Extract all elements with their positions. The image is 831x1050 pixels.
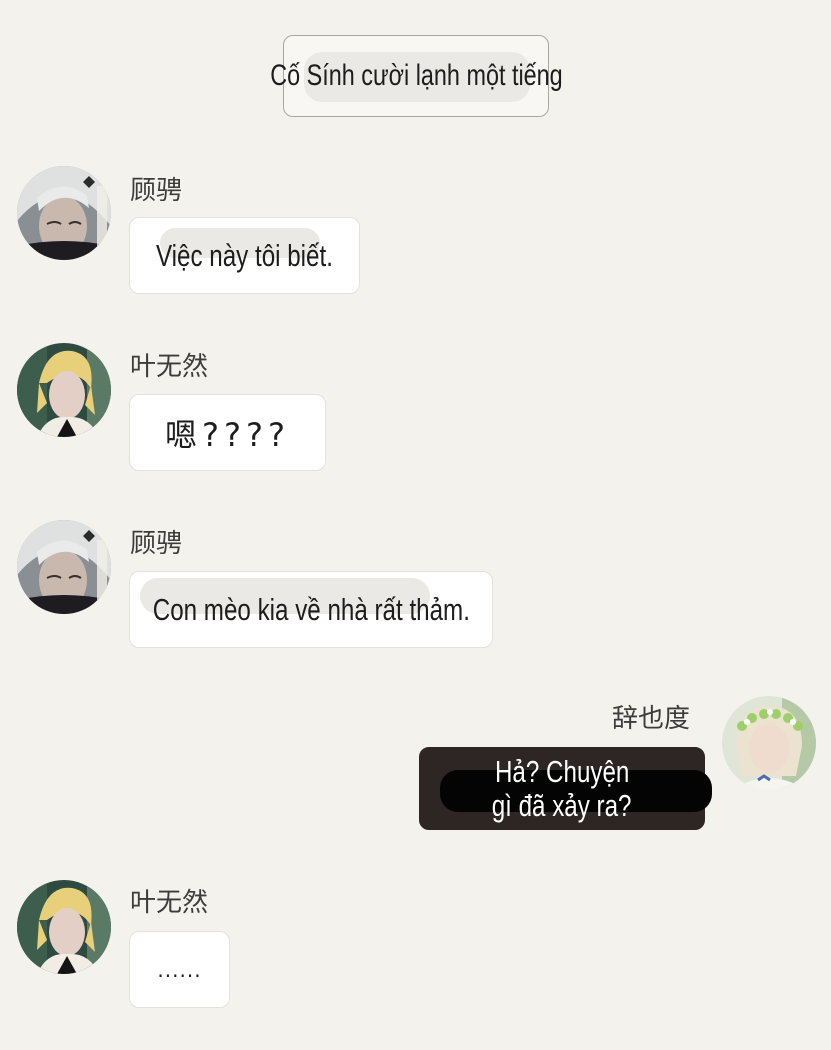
avatar-flower-crown-image [722, 696, 816, 790]
avatar-blonde-man-image [17, 880, 111, 974]
chat-screen: Cố Sính cười lạnh một tiếng 顾骋 Việc này … [0, 0, 831, 1050]
message-text: Con mèo kia về nhà rất thảm. [152, 591, 470, 627]
narration-bubble: Cố Sính cười lạnh một tiếng [270, 35, 562, 117]
sender-name: 顾骋 [130, 176, 183, 206]
message-bubble: 嗯???? [129, 394, 326, 471]
sender-name: 辞也度 [612, 704, 691, 734]
sender-name: 叶无然 [130, 352, 209, 382]
message-bubble-self: Hả? Chuyện gì đã xảy ra? [419, 747, 712, 830]
message-bubble: Con mèo kia về nhà rất thảm. [129, 571, 493, 648]
avatar-blonde-man-image [17, 343, 111, 437]
message-bubble: Việc này tôi biết. [129, 217, 360, 294]
avatar-flower-crown[interactable] [722, 696, 816, 790]
message-text-line1: Hả? Chuyện [494, 753, 630, 789]
message-text-line2: gì đã xảy ra? [492, 787, 632, 823]
message-bubble: ...... [129, 931, 230, 1008]
message-text: 嗯???? [165, 415, 290, 454]
message-text: ...... [157, 957, 202, 982]
avatar-silver-hair-man[interactable] [17, 166, 111, 260]
sender-name: 叶无然 [130, 888, 209, 918]
avatar-blonde-man[interactable] [17, 880, 111, 974]
avatar-silver-hair-man-image [17, 520, 111, 614]
narration-text: Cố Sính cười lạnh một tiếng [269, 59, 563, 92]
message-text: Việc này tôi biết. [156, 237, 333, 273]
avatar-blonde-man[interactable] [17, 343, 111, 437]
avatar-silver-hair-man[interactable] [17, 520, 111, 614]
sender-name: 顾骋 [130, 529, 183, 559]
avatar-silver-hair-man-image [17, 166, 111, 260]
